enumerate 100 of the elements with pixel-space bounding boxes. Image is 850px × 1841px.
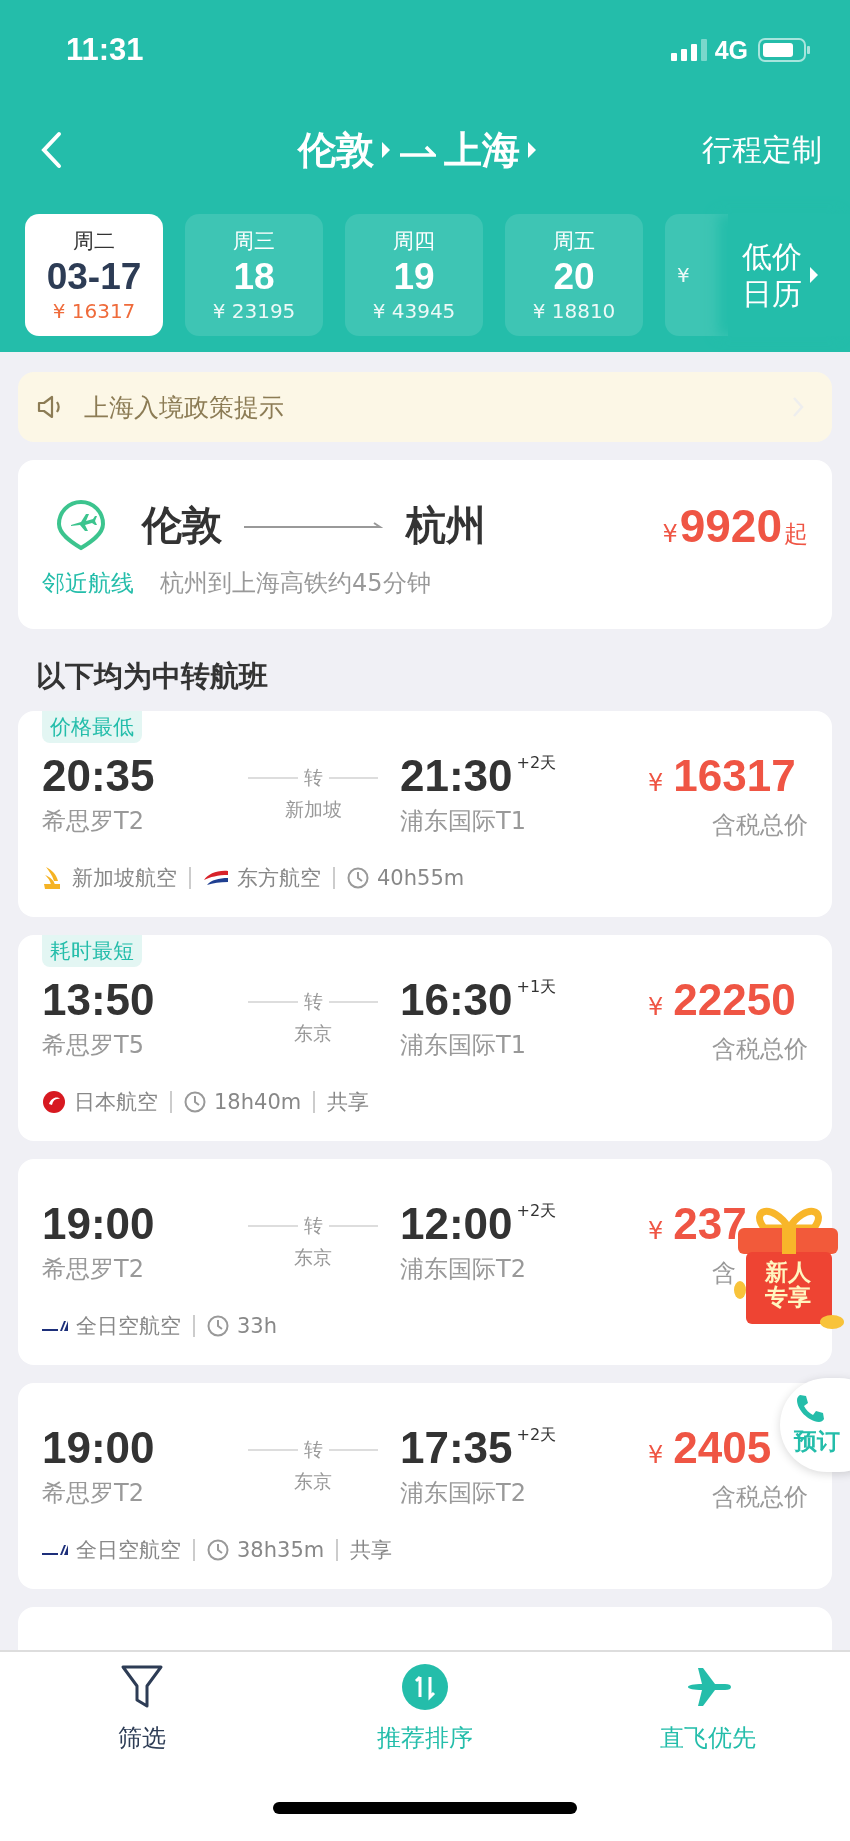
back-icon[interactable] <box>40 131 62 169</box>
transfer-city: 新加坡 <box>284 797 342 822</box>
policy-notice[interactable]: 上海入境政策提示 <box>18 372 832 442</box>
status-time: 11:31 <box>66 32 145 68</box>
route-price: 9920 <box>679 498 782 553</box>
bottom-tab[interactable]: 筛选 <box>0 1652 284 1754</box>
destination-city[interactable]: 上海 <box>444 124 520 176</box>
price-note: 含 <box>712 1258 736 1289</box>
date-price: ¥ 43945 <box>372 299 456 324</box>
departure-time: 19:00 <box>42 1199 156 1249</box>
date-tab[interactable]: 周三 18 ¥ 23195 <box>185 214 323 336</box>
caret-icon <box>528 142 536 158</box>
currency-sign: ¥ <box>648 1217 664 1245</box>
arrival-airport: 浦东国际T1 <box>400 1030 527 1061</box>
arrival-time: 21:30 <box>400 751 513 801</box>
arrival-time: 17:35 <box>400 1423 513 1473</box>
currency-sign: ¥ <box>648 1441 664 1469</box>
date-price: ¥ 23195 <box>212 299 296 324</box>
stripes-logo-icon <box>42 1321 68 1331</box>
itinerary-button[interactable]: 行程定制 <box>702 129 822 171</box>
nearby-route-card[interactable]: 伦敦 杭州 ¥9920起 邻近航线 杭州到上海高铁约45分钟 <box>18 460 832 629</box>
airline-name: 新加坡航空 <box>72 865 177 892</box>
airline-name: 日本航空 <box>74 1089 158 1116</box>
date-tab[interactable]: 周二 03-17 ¥ 16317 <box>25 214 163 336</box>
flight-duration: 18h40m <box>214 1090 302 1114</box>
clock-icon <box>207 1315 229 1337</box>
transfer-label: 转 <box>303 1213 323 1238</box>
airline-name: 全日空航空 <box>76 1537 181 1564</box>
clock-icon <box>207 1539 229 1561</box>
bottom-tab[interactable]: 直飞优先 <box>566 1652 850 1754</box>
flight-price: 2405 <box>673 1423 772 1473</box>
signal-icon <box>670 39 707 61</box>
origin-city[interactable]: 伦敦 <box>298 124 374 176</box>
codeshare-tag: 共享 <box>327 1088 370 1116</box>
airline-name: 东方航空 <box>237 865 321 892</box>
transfer-label: 转 <box>303 989 323 1014</box>
departure-airport: 希思罗T5 <box>42 1030 145 1061</box>
battery-icon <box>758 38 810 62</box>
train-note: 杭州到上海高铁约45分钟 <box>160 568 431 599</box>
arrival-time: 16:30 <box>400 975 513 1025</box>
stripes-logo-icon <box>42 1545 68 1555</box>
date-tab[interactable]: ¥ <box>665 214 728 336</box>
caret-icon <box>810 267 818 283</box>
arrival-time: 12:00 <box>400 1199 513 1249</box>
transfer-city: 东京 <box>294 1245 332 1270</box>
flight-duration: 33h <box>237 1314 278 1338</box>
departure-time: 19:00 <box>42 1423 156 1473</box>
flight-duration: 40h55m <box>377 866 465 890</box>
day-offset: +2天 <box>516 753 557 774</box>
currency-sign: ¥ <box>662 519 678 548</box>
price-note: 含税总价 <box>712 810 808 841</box>
arrival-airport: 浦东国际T2 <box>400 1254 527 1285</box>
departure-time: 13:50 <box>42 975 156 1025</box>
arrival-airport: 浦东国际T2 <box>400 1478 527 1509</box>
departure-airport: 希思罗T2 <box>42 1478 145 1509</box>
weekday: 周四 <box>393 227 435 255</box>
departure-time: 20:35 <box>42 751 156 801</box>
day-offset: +1天 <box>516 977 557 998</box>
nearby-route-tag: 邻近航线 <box>42 567 160 599</box>
date-tab[interactable]: 周四 19 ¥ 43945 <box>345 214 483 336</box>
flight-duration: 38h35m <box>237 1538 325 1562</box>
date-tab[interactable]: 周五 20 ¥ 18810 <box>505 214 643 336</box>
currency-sign: ¥ <box>648 993 664 1021</box>
flight-price: 16317 <box>673 751 796 801</box>
arrival-airport: 浦东国际T1 <box>400 806 527 837</box>
codeshare-tag: 共享 <box>350 1536 393 1564</box>
date-price: ¥ 18810 <box>532 299 616 324</box>
bottom-tab[interactable]: 推荐排序 <box>283 1652 567 1754</box>
caret-icon <box>382 142 390 158</box>
date: 20 <box>553 256 595 298</box>
price-suffix: 起 <box>784 518 808 550</box>
section-title: 以下均为中转航班 <box>36 658 269 695</box>
phone-icon <box>794 1392 826 1424</box>
flight-price: 22250 <box>673 975 796 1025</box>
departure-airport: 希思罗T2 <box>42 1254 145 1285</box>
transfer-label: 转 <box>303 765 323 790</box>
day-offset: +2天 <box>516 1201 557 1222</box>
price-note: 含税总价 <box>712 1034 808 1065</box>
network-type: 4G <box>714 35 748 65</box>
sort-icon <box>402 1664 448 1710</box>
flight-price: 237 <box>673 1199 747 1249</box>
weekday: 周五 <box>553 227 595 255</box>
location-plane-icon <box>56 499 106 552</box>
currency-sign: ¥ <box>648 769 664 797</box>
date-price: ¥ <box>677 263 690 287</box>
calendar-button[interactable]: 低价 日历 <box>728 214 850 336</box>
transfer-city: 东京 <box>294 1021 332 1046</box>
day-offset: +2天 <box>516 1425 557 1446</box>
departure-airport: 希思罗T2 <box>42 806 145 837</box>
weekday: 周三 <box>233 227 275 255</box>
clock-icon <box>184 1091 206 1113</box>
filter-icon <box>119 1664 164 1710</box>
flight-badge: 耗时最短 <box>42 935 142 967</box>
clock-icon <box>347 867 369 889</box>
transfer-city: 东京 <box>294 1469 332 1494</box>
circle-logo-icon <box>42 1090 66 1114</box>
weekday: 周二 <box>73 227 115 255</box>
destination-city: 杭州 <box>406 501 486 550</box>
date: 19 <box>393 256 435 298</box>
origin-city: 伦敦 <box>142 501 222 550</box>
